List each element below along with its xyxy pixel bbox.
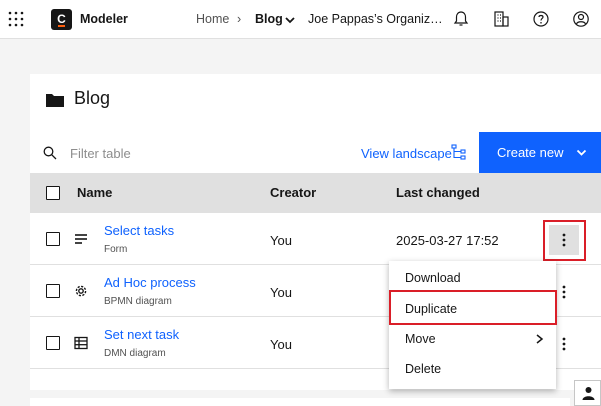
notification-bell-icon[interactable]: [452, 10, 470, 28]
overflow-menu-icon: [562, 337, 566, 351]
folder-icon: [46, 94, 64, 107]
file-name-link[interactable]: Ad Hoc process: [104, 275, 196, 290]
landscape-tree-icon[interactable]: [451, 144, 467, 160]
file-name-link[interactable]: Select tasks: [104, 223, 174, 238]
row-checkbox[interactable]: [46, 284, 60, 298]
table-row[interactable]: Select tasks Form You 2025-03-27 17:52: [30, 213, 601, 265]
camunda-logo-icon[interactable]: C: [51, 9, 72, 30]
user-feedback-button[interactable]: [574, 380, 601, 406]
creator-cell: You: [270, 337, 292, 352]
creator-cell: You: [270, 285, 292, 300]
row-checkbox[interactable]: [46, 232, 60, 246]
file-type-label: DMN diagram: [104, 348, 166, 359]
file-type-label: BPMN diagram: [104, 296, 172, 307]
column-header-name[interactable]: Name: [77, 185, 112, 200]
help-icon[interactable]: [532, 10, 550, 28]
top-navigation-bar: C Modeler Home › Blog Joe Pappas’s Organ…: [0, 0, 601, 39]
table-header: Name Creator Last changed: [30, 173, 601, 213]
select-all-checkbox[interactable]: [46, 186, 60, 200]
page-title: Blog: [74, 88, 111, 108]
row-checkbox[interactable]: [46, 336, 60, 350]
dmn-table-icon: [74, 336, 88, 350]
breadcrumb-current[interactable]: Blog: [255, 12, 283, 26]
file-name-link[interactable]: Set next task: [104, 327, 179, 342]
organization-icon[interactable]: [492, 10, 510, 28]
breadcrumb-home[interactable]: Home: [196, 12, 229, 26]
menu-item-download[interactable]: Download: [389, 263, 556, 293]
secondary-card: [30, 398, 570, 406]
user-profile-icon[interactable]: [572, 10, 590, 28]
filter-table-input[interactable]: [60, 138, 310, 168]
bpmn-gear-icon: [75, 285, 87, 297]
breadcrumb-separator: ›: [237, 12, 242, 26]
breadcrumb-organization[interactable]: Joe Pappas’s Organiz…: [308, 12, 443, 26]
file-type-label: Form: [104, 244, 128, 255]
duplicate-highlight: [389, 290, 557, 325]
chevron-right-icon: [536, 334, 544, 344]
user-icon: [582, 387, 595, 400]
column-header-creator[interactable]: Creator: [270, 185, 316, 200]
menu-item-move-label: Move: [405, 332, 436, 346]
context-menu: Download Duplicate Move Delete: [389, 261, 556, 389]
form-icon: [75, 234, 87, 244]
overflow-button-highlight: [543, 220, 586, 261]
creator-cell: You: [270, 233, 292, 248]
last-changed-cell: 2025-03-27 17:52: [396, 233, 499, 248]
view-landscape-link[interactable]: View landscape: [361, 146, 452, 161]
chevron-down-icon: [576, 149, 587, 156]
chevron-down-icon[interactable]: [285, 16, 295, 24]
menu-item-delete[interactable]: Delete: [389, 354, 556, 384]
apps-grid-icon[interactable]: [8, 11, 24, 27]
create-new-button[interactable]: Create new: [479, 132, 601, 173]
column-header-last-changed[interactable]: Last changed: [396, 185, 480, 200]
app-name[interactable]: Modeler: [80, 12, 128, 26]
create-new-label: Create new: [497, 145, 564, 160]
menu-item-move[interactable]: Move: [389, 324, 556, 354]
overflow-menu-icon: [562, 285, 566, 299]
search-icon: [43, 146, 57, 160]
